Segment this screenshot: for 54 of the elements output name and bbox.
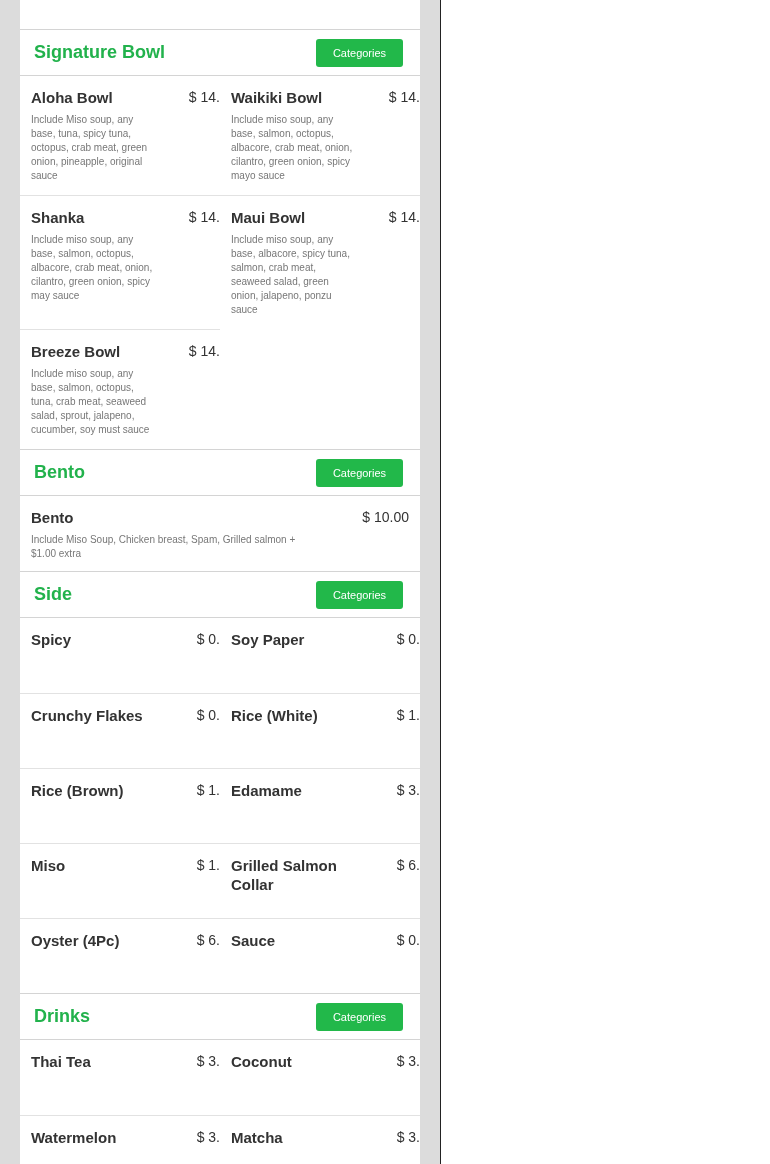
item-price: $ 14. — [388, 88, 420, 107]
item-price: $ 14. — [188, 342, 220, 361]
item-price: $ 14. — [188, 208, 220, 227]
section-title: Bento — [34, 462, 85, 483]
item-price: $ 6. — [396, 856, 420, 875]
item-name: Coconut — [231, 1052, 292, 1071]
item-price: $ 3. — [396, 781, 420, 800]
item-price: $ 10.00 — [362, 508, 409, 527]
item-name: Bento — [31, 508, 74, 527]
item-price: $ 1. — [196, 856, 220, 875]
item-description: Include miso soup, any base, salmon, octopus, tuna, crab meat, seaweed salad, sprout, jalapeno, cucumber, soy must sauce — [31, 367, 151, 437]
item-name: Watermelon — [31, 1128, 117, 1147]
item-name: Breeze Bowl — [31, 342, 121, 361]
item-name: Oyster (4Pc) — [31, 931, 120, 950]
item-description: Include Miso soup, any base, tuna, spicy tuna, octopus, crab meat, green onion, pineapple, original sauce — [31, 113, 149, 183]
item-name: Rice (Brown) — [31, 781, 124, 800]
item-description: Include miso soup, any base, salmon, octopus, albacore, crab meat, onion, cilantro, green onion, spicy mayo sauce — [231, 113, 354, 183]
item-name: Miso — [31, 856, 66, 875]
item-name: Soy Paper — [231, 630, 305, 649]
item-price: $ 1. — [196, 781, 220, 800]
categories-button[interactable]: Categories — [316, 458, 403, 487]
item-name: Shanka — [31, 208, 85, 227]
item-price: $ 0. — [196, 706, 220, 725]
item-price: $ 3. — [196, 1052, 220, 1071]
item-name: Thai Tea — [31, 1052, 91, 1071]
item-price: $ 0. — [196, 630, 220, 649]
item-name: Spicy — [31, 630, 72, 649]
item-price: $ 3. — [396, 1052, 420, 1071]
item-price: $ 14. — [388, 208, 420, 227]
item-price: $ 14. — [188, 88, 220, 107]
item-price: $ 0. — [396, 931, 420, 950]
item-price: $ 6. — [196, 931, 220, 950]
categories-button[interactable]: Categories — [316, 580, 403, 609]
section-title: Side — [34, 584, 72, 605]
item-name: Edamame — [231, 781, 302, 800]
item-name: Waikiki Bowl — [231, 88, 323, 107]
item-description: Include Miso Soup, Chicken breast, Spam, Grilled salmon + $1.00 extra — [31, 533, 297, 561]
item-name: Matcha — [231, 1128, 283, 1147]
categories-button[interactable]: Categories — [316, 1002, 403, 1031]
item-price: $ 1. — [396, 706, 420, 725]
item-description: Include miso soup, any base, salmon, octopus, albacore, crab meat, onion, cilantro, green onion, spicy may sauce — [31, 233, 154, 303]
item-name: Sauce — [231, 931, 276, 950]
item-price: $ 0. — [396, 630, 420, 649]
item-price: $ 3. — [396, 1128, 420, 1147]
categories-button[interactable]: Categories — [316, 38, 403, 67]
item-price: $ 3. — [196, 1128, 220, 1147]
item-name: Maui Bowl — [231, 208, 306, 227]
item-name: Grilled Salmon Collar — [231, 856, 338, 894]
section-title: Signature Bowl — [34, 42, 165, 63]
item-name: Aloha Bowl — [31, 88, 113, 107]
item-description: Include miso soup, any base, albacore, spicy tuna, salmon, crab meat, seaweed salad, green onion, jalapeno, ponzu sauce — [231, 233, 351, 317]
item-name: Crunchy Flakes — [31, 706, 143, 725]
item-name: Rice (White) — [231, 706, 318, 725]
section-title: Drinks — [34, 1006, 91, 1027]
